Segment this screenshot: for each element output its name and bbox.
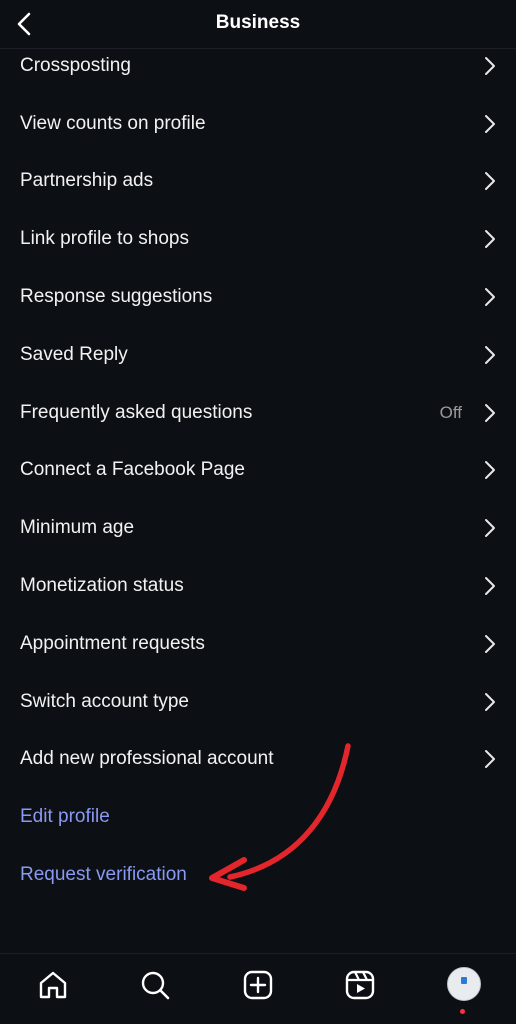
bottom-navigation bbox=[0, 953, 516, 1024]
row-frequently-asked-questions[interactable]: Frequently asked questions Off bbox=[0, 384, 516, 442]
chevron-right-icon bbox=[485, 750, 495, 769]
row-link-profile-to-shops[interactable]: Link profile to shops bbox=[0, 210, 516, 268]
home-icon bbox=[39, 971, 67, 999]
chevron-right-icon bbox=[485, 461, 495, 480]
reels-icon bbox=[345, 970, 375, 1000]
search-icon bbox=[141, 971, 170, 1000]
header: Business bbox=[0, 0, 516, 49]
avatar-image bbox=[461, 977, 467, 984]
request-verification-label: Request verification bbox=[20, 864, 187, 886]
row-label: Appointment requests bbox=[20, 632, 205, 654]
nav-create[interactable] bbox=[241, 968, 275, 1002]
row-status-value: Off bbox=[439, 402, 462, 422]
notification-dot bbox=[460, 1009, 465, 1014]
page-title: Business bbox=[215, 12, 301, 33]
nav-reels[interactable] bbox=[343, 968, 377, 1002]
chevron-right-icon bbox=[485, 692, 495, 711]
chevron-right-icon bbox=[485, 230, 495, 249]
nav-home[interactable] bbox=[36, 968, 70, 1002]
edit-profile-link[interactable]: Edit profile bbox=[0, 788, 516, 846]
row-minimum-age[interactable]: Minimum age bbox=[0, 499, 516, 557]
chevron-right-icon bbox=[485, 577, 495, 596]
chevron-right-icon bbox=[485, 345, 495, 364]
row-label: Monetization status bbox=[20, 575, 184, 597]
chevron-right-icon bbox=[485, 288, 495, 307]
chevron-right-icon bbox=[485, 634, 495, 653]
chevron-right-icon bbox=[485, 519, 495, 538]
nav-search[interactable] bbox=[138, 968, 172, 1002]
create-icon bbox=[243, 970, 273, 1000]
row-label: Saved Reply bbox=[20, 343, 128, 365]
chevron-right-icon bbox=[485, 403, 495, 422]
row-label: Response suggestions bbox=[20, 286, 213, 308]
row-label: Minimum age bbox=[20, 517, 135, 539]
row-label: View counts on profile bbox=[20, 112, 206, 134]
profile-avatar[interactable] bbox=[447, 967, 481, 1001]
chevron-right-icon bbox=[485, 114, 495, 133]
row-response-suggestions[interactable]: Response suggestions bbox=[0, 268, 516, 326]
row-label: Partnership ads bbox=[20, 170, 154, 192]
chevron-right-icon bbox=[485, 172, 495, 191]
row-label: Frequently asked questions bbox=[20, 401, 253, 423]
row-label: Connect a Facebook Page bbox=[20, 459, 245, 481]
row-partnership-ads[interactable]: Partnership ads bbox=[0, 153, 516, 211]
row-appointment-requests[interactable]: Appointment requests bbox=[0, 615, 516, 673]
row-label: Link profile to shops bbox=[20, 228, 189, 250]
row-label: Add new professional account bbox=[20, 748, 274, 770]
row-monetization-status[interactable]: Monetization status bbox=[0, 557, 516, 615]
row-add-new-professional-account[interactable]: Add new professional account bbox=[0, 731, 516, 789]
row-switch-account-type[interactable]: Switch account type bbox=[0, 673, 516, 731]
row-view-counts-on-profile[interactable]: View counts on profile bbox=[0, 95, 516, 153]
row-saved-reply[interactable]: Saved Reply bbox=[0, 326, 516, 384]
settings-list: Crossposting View counts on profile Part… bbox=[0, 37, 516, 904]
row-label: Switch account type bbox=[20, 690, 189, 712]
row-connect-facebook-page[interactable]: Connect a Facebook Page bbox=[0, 442, 516, 500]
request-verification-link[interactable]: Request verification bbox=[0, 846, 516, 904]
chevron-right-icon bbox=[485, 56, 495, 75]
row-label: Crossposting bbox=[20, 54, 131, 76]
edit-profile-label: Edit profile bbox=[20, 806, 110, 828]
